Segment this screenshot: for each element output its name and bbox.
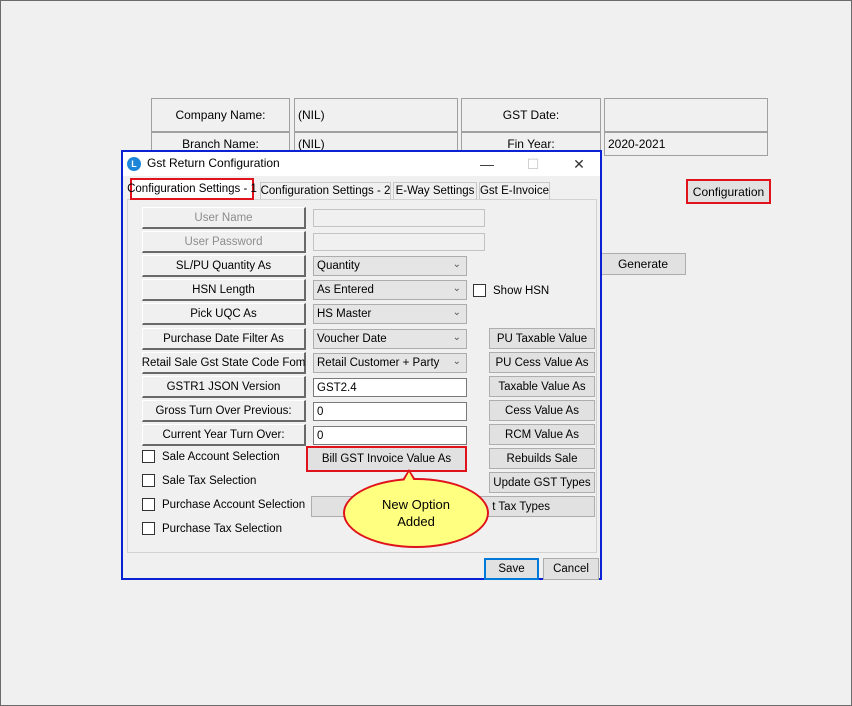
gstr1-json-version-input[interactable]: GST2.4 — [313, 378, 467, 397]
gst-date-label: GST Date: — [461, 98, 601, 132]
purchase-account-selection-label: Purchase Account Selection — [162, 498, 306, 511]
dialog-title: Gst Return Configuration — [147, 156, 280, 170]
rebuilds-sale-button[interactable]: Rebuilds Sale — [489, 448, 595, 469]
save-button[interactable]: Save — [484, 558, 539, 580]
user-name-field — [313, 209, 485, 227]
rcm-value-button[interactable]: RCM Value As — [489, 424, 595, 445]
retail-sale-state-code-value: Retail Customer + Party — [317, 357, 440, 369]
callout-line-1: New Option — [382, 497, 450, 512]
configuration-button[interactable]: Configuration — [686, 179, 771, 204]
taxable-value-button[interactable]: Taxable Value As — [489, 376, 595, 397]
checkbox-box[interactable] — [473, 284, 486, 297]
chevron-down-icon: ⌄ — [452, 283, 461, 294]
sale-account-selection-label: Sale Account Selection — [162, 450, 280, 463]
fin-year-value[interactable]: 2020-2021 — [604, 132, 768, 156]
app-icon: L — [127, 157, 141, 171]
show-hsn-label: Show HSN — [493, 284, 550, 297]
hsn-length-label: HSN Length — [142, 279, 306, 301]
retail-sale-state-code-select[interactable]: Retail Customer + Party ⌄ — [313, 353, 467, 373]
minimize-button[interactable]: — — [464, 152, 510, 176]
hsn-length-select[interactable]: As Entered ⌄ — [313, 280, 467, 300]
tab-configuration-settings-1[interactable]: Configuration Settings - 1 — [127, 178, 257, 200]
cancel-button[interactable]: Cancel — [543, 558, 599, 580]
purchase-account-selection-checkbox[interactable]: Purchase Account Selection — [142, 498, 305, 511]
retail-sale-state-code-label: Retail Sale Gst State Code Fom — [142, 352, 306, 374]
new-option-callout: New Option Added — [343, 478, 489, 548]
tab-e-way-settings[interactable]: E-Way Settings — [393, 182, 477, 199]
user-name-label: User Name — [142, 207, 306, 229]
hsn-length-select-value: As Entered — [317, 284, 374, 296]
purchase-date-filter-select[interactable]: Voucher Date ⌄ — [313, 329, 467, 349]
gross-turnover-previous-label: Gross Turn Over Previous: — [142, 400, 306, 422]
purchase-date-filter-value: Voucher Date — [317, 333, 387, 345]
tab-configuration-settings-2[interactable]: Configuration Settings - 2 — [260, 182, 391, 199]
pick-uqc-select-value: HS Master — [317, 308, 372, 320]
gross-turnover-previous-input[interactable]: 0 — [313, 402, 467, 421]
bill-gst-invoice-value-button[interactable]: Bill GST Invoice Value As — [306, 446, 467, 472]
purchase-tax-selection-label: Purchase Tax Selection — [162, 522, 282, 535]
checkbox-box[interactable] — [142, 498, 155, 511]
chevron-down-icon: ⌄ — [452, 332, 461, 343]
company-name-value: (NIL) — [294, 98, 458, 132]
cess-value-button[interactable]: Cess Value As — [489, 400, 595, 421]
quantity-select[interactable]: Quantity ⌄ — [313, 256, 467, 276]
show-hsn-checkbox[interactable]: Show HSN — [473, 284, 549, 297]
pick-uqc-select[interactable]: HS Master ⌄ — [313, 304, 467, 324]
company-name-label: Company Name: — [151, 98, 290, 132]
purchase-date-filter-label: Purchase Date Filter As — [142, 328, 306, 350]
update-gst-types-button[interactable]: Update GST Types — [489, 472, 595, 493]
dialog-titlebar: L Gst Return Configuration — ☐ ✕ — [123, 152, 600, 176]
user-password-field — [313, 233, 485, 251]
checkbox-box[interactable] — [142, 450, 155, 463]
close-button[interactable]: ✕ — [556, 152, 602, 176]
quantity-select-value: Quantity — [317, 260, 360, 272]
checkbox-box[interactable] — [142, 474, 155, 487]
pu-taxable-value-button[interactable]: PU Taxable Value — [489, 328, 595, 349]
sale-account-selection-checkbox[interactable]: Sale Account Selection — [142, 450, 280, 463]
gst-date-value[interactable] — [604, 98, 768, 132]
maximize-button: ☐ — [526, 155, 540, 172]
chevron-down-icon: ⌄ — [452, 356, 461, 367]
callout-line-2: Added — [397, 514, 435, 529]
sale-tax-selection-checkbox[interactable]: Sale Tax Selection — [142, 474, 256, 487]
chevron-down-icon: ⌄ — [452, 259, 461, 270]
chevron-down-icon: ⌄ — [452, 307, 461, 318]
tab-gst-e-invoice[interactable]: Gst E-Invoice — [479, 182, 550, 199]
purchase-tax-selection-checkbox[interactable]: Purchase Tax Selection — [142, 522, 282, 535]
generate-button[interactable]: Generate — [600, 253, 686, 275]
callout-pointer-fill — [404, 472, 414, 481]
pick-uqc-label: Pick UQC As — [142, 303, 306, 325]
current-year-turnover-input[interactable]: 0 — [313, 426, 467, 445]
pu-cess-value-button[interactable]: PU Cess Value As — [489, 352, 595, 373]
sale-tax-selection-label: Sale Tax Selection — [162, 474, 257, 487]
quantity-label: SL/PU Quantity As — [142, 255, 306, 277]
checkbox-box[interactable] — [142, 522, 155, 535]
gstr1-json-version-label: GSTR1 JSON Version — [142, 376, 306, 398]
user-password-label: User Password — [142, 231, 306, 253]
current-year-turnover-label: Current Year Turn Over: — [142, 424, 306, 446]
